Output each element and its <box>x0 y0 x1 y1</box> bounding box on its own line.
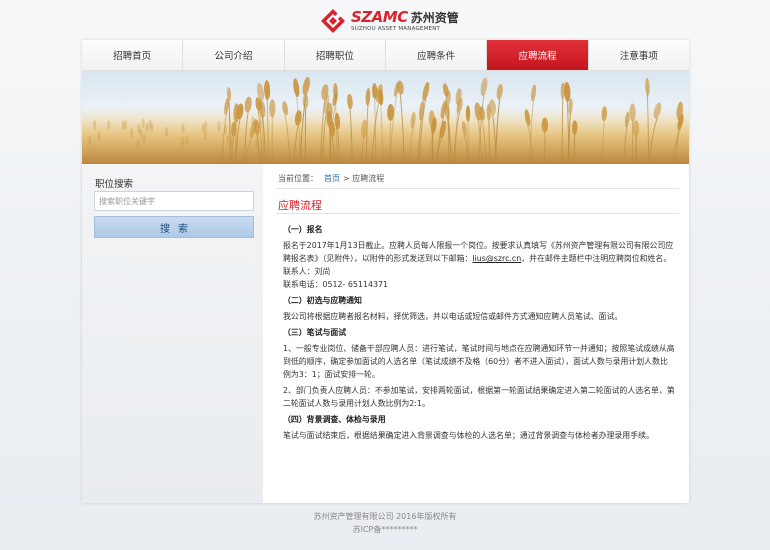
section-title-signup: （一）报名 <box>283 225 323 234</box>
main-content: 当前位置： 首页 > 应聘流程 应聘流程 （一）报名 报名于2017年1月13日截止… <box>276 164 679 503</box>
nav-item-notes[interactable]: 注意事项 <box>589 40 689 70</box>
contact-phone: 联系电话：0512- 65114371 <box>283 280 389 289</box>
footer-copyright: 苏州资产管理有限公司 2016年版权所有 <box>313 512 457 521</box>
nav-item-process[interactable]: 应聘流程 <box>487 40 589 70</box>
search-placeholder: 搜索职位关键字 <box>99 196 155 206</box>
section-title-background: （四）背景调查、体检与录用 <box>283 415 386 424</box>
article-body: （一）报名 报名于2017年1月13日截止。应聘人员每人限报一个岗位。按要求认真… <box>283 223 675 442</box>
wheat-banner-image <box>82 71 689 164</box>
site-logo[interactable]: SZAMC 苏州资管 SUZHOU ASSET MANAGEMENT <box>320 8 459 34</box>
section-title-screening: （二）初选与应聘通知 <box>283 296 362 305</box>
section-background-text: 笔试与面试结束后，根据结果确定进入背景调查与体检的人选名单；通过背景调查与体检者… <box>283 431 654 440</box>
footer-icp: 苏ICP备********* <box>352 525 418 534</box>
logo-text: SZAMC 苏州资管 SUZHOU ASSET MANAGEMENT <box>351 7 459 33</box>
search-button[interactable]: 搜索 <box>94 216 254 238</box>
breadcrumb-current: 应聘流程 <box>352 174 385 183</box>
breadcrumb-separator: > <box>343 174 350 183</box>
nav-item-recruit-home[interactable]: 招聘首页 <box>82 40 184 70</box>
section-screening-text: 我公司将根据应聘者报名材料，择优筛选，并以电话或短信或邮件方式通知应聘人员笔试、… <box>283 312 623 321</box>
contact-email-link[interactable]: lius@szrc.cn <box>472 254 521 263</box>
sidebar: 职位搜索 搜索职位关键字 搜索 <box>82 164 263 503</box>
page-title: 应聘流程 <box>278 199 322 212</box>
signup-paragraph-tail: ，并在邮件主题栏中注明应聘岗位和姓名。 <box>521 254 672 263</box>
logo-brand-en: SZAMC <box>351 7 408 26</box>
breadcrumb-home-link[interactable]: 首页 <box>324 174 340 183</box>
breadcrumb: 当前位置： 首页 > 应聘流程 <box>278 173 384 184</box>
nav-item-requirements[interactable]: 应聘条件 <box>386 40 488 70</box>
site-header: SZAMC 苏州资管 SUZHOU ASSET MANAGEMENT <box>0 0 770 40</box>
szamc-logo-mark-icon <box>320 8 346 34</box>
title-divider <box>276 213 679 214</box>
logo-brand-sub: SUZHOU ASSET MANAGEMENT <box>351 25 441 32</box>
nav-item-company-intro[interactable]: 公司介绍 <box>183 40 285 70</box>
job-search-input[interactable]: 搜索职位关键字 <box>94 191 254 211</box>
section-signup-text: 报名于2017年1月13日截止。应聘人员每人限报一个岗位。按要求认真填写《苏州资… <box>283 239 675 265</box>
nav-item-positions[interactable]: 招聘职位 <box>285 40 386 70</box>
section-title-exam: （三）笔试与面试 <box>283 328 347 337</box>
logo-brand-cn: 苏州资管 <box>410 10 459 25</box>
main-nav: 招聘首页 公司介绍 招聘职位 应聘条件 应聘流程 注意事项 <box>82 40 689 71</box>
main-container: 招聘首页 公司介绍 招聘职位 应聘条件 应聘流程 注意事项 职位搜索 搜索职位关… <box>82 40 689 503</box>
sidebar-title: 职位搜索 <box>95 179 134 190</box>
breadcrumb-divider <box>276 188 679 189</box>
section-exam-text-2: 2、部门负责人应聘人员：不参加笔试，安排两轮面试，根据第一轮面试结果确定进入第二… <box>283 386 675 408</box>
breadcrumb-prefix: 当前位置： <box>278 174 318 183</box>
section-exam-text-1: 1、一般专业岗位、储备干部应聘人员：进行笔试，笔试时间与地点在应聘通知环节一并通… <box>283 344 675 379</box>
contact-person: 联系人：刘尚 <box>283 267 331 276</box>
site-footer: 苏州资产管理有限公司 2016年版权所有 苏ICP备********* <box>0 510 770 536</box>
